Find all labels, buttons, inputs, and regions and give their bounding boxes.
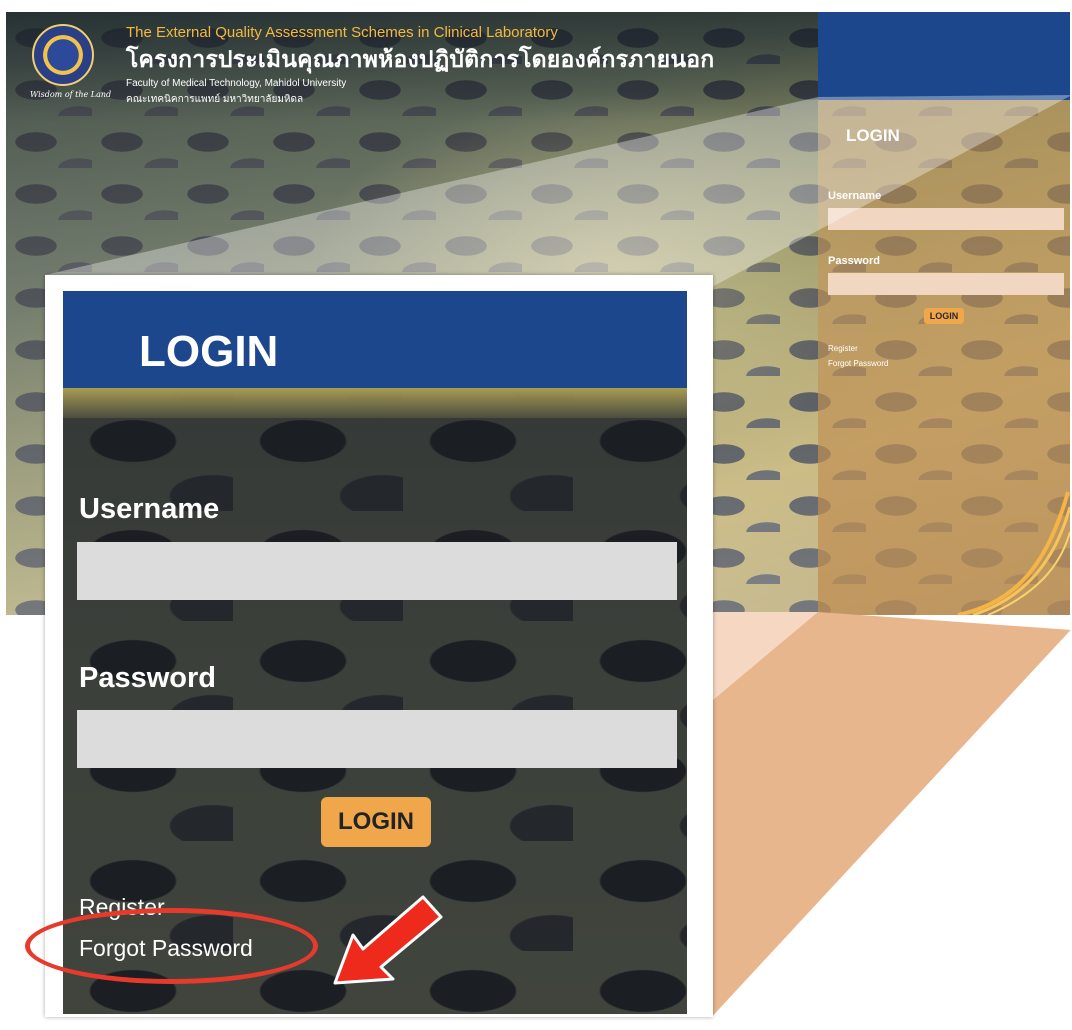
zoom-username-input[interactable] — [77, 542, 677, 600]
password-label: Password — [828, 255, 880, 267]
red-arrow-icon — [333, 895, 443, 985]
forgot-password-link[interactable]: Forgot Password — [828, 359, 888, 368]
zoom-login-button[interactable]: LOGIN — [321, 797, 431, 847]
login-button[interactable]: LOGIN — [924, 308, 964, 324]
zoom-password-input[interactable] — [77, 710, 677, 768]
register-link[interactable]: Register — [828, 344, 858, 353]
username-label: Username — [828, 190, 882, 202]
highlight-oval — [25, 908, 318, 984]
site-title-english: The External Quality Assessment Schemes … — [126, 24, 558, 41]
logo-caption: Wisdom of the Land — [30, 90, 112, 99]
faculty-name-thai: คณะเทคนิคการแพทย์ มหาวิทยาลัยมหิดล — [126, 94, 304, 105]
username-input[interactable] — [828, 208, 1064, 230]
login-panel-title: LOGIN — [139, 327, 279, 376]
login-sidebar-title: LOGIN — [846, 126, 900, 145]
mahidol-university-logo — [32, 24, 94, 86]
password-input[interactable] — [828, 273, 1064, 295]
faculty-name-english: Faculty of Medical Technology, Mahidol U… — [126, 78, 347, 89]
zoom-password-label: Password — [79, 662, 216, 694]
decorative-swoosh — [957, 491, 1070, 615]
zoom-username-label: Username — [79, 493, 220, 525]
site-title-thai: โครงการประเมินคุณภาพห้องปฏิบัติการโดยองค… — [126, 46, 715, 72]
login-sidebar: LOGIN Username Password LOGIN Register F… — [818, 12, 1070, 615]
login-sidebar-header — [818, 12, 1070, 100]
